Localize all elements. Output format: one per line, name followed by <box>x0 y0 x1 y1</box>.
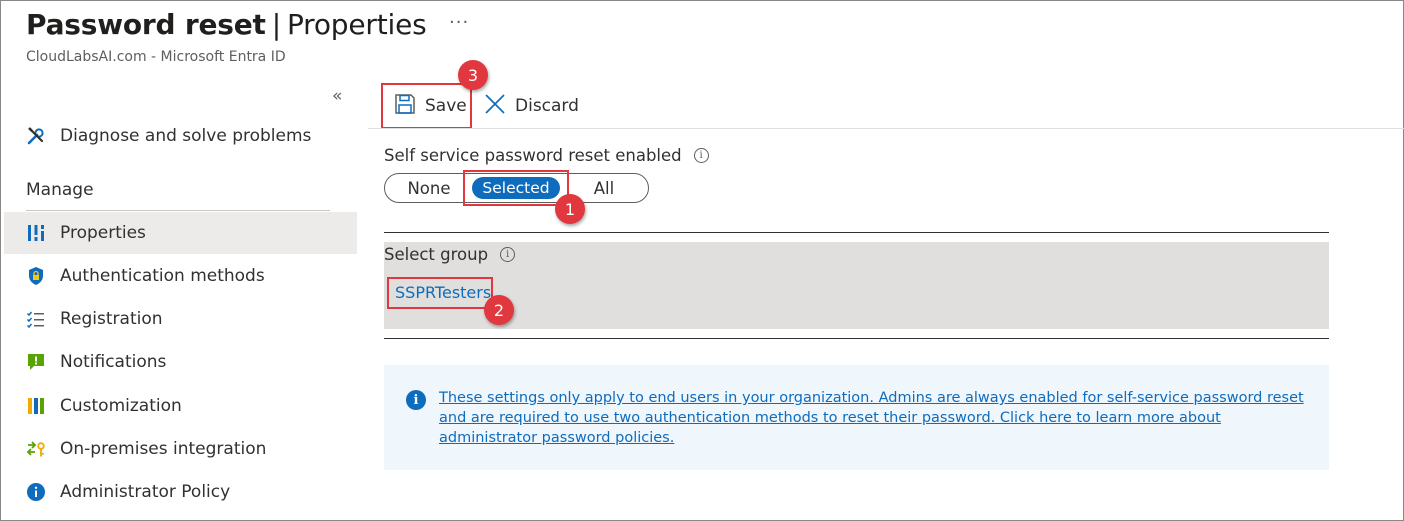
page-title: Password reset | Properties <box>26 8 427 41</box>
group-highlight-box <box>387 277 493 309</box>
sspr-option-none[interactable]: None <box>385 174 473 202</box>
sidebar-item-authentication-methods[interactable]: Authentication methods <box>4 255 357 297</box>
checklist-icon <box>26 309 46 329</box>
close-icon <box>484 93 506 119</box>
step-badge-2: 2 <box>484 295 514 325</box>
toolbar-divider <box>368 128 1404 129</box>
page-title-main: Password reset <box>26 8 266 41</box>
group-info-icon[interactable]: i <box>500 247 516 262</box>
info-icon <box>26 482 46 502</box>
step-badge-1: 1 <box>555 194 585 224</box>
sidebar-item-administrator-policy[interactable]: Administrator Policy <box>4 471 357 513</box>
sspr-enabled-label-text: Self service password reset enabled <box>384 146 682 165</box>
section-divider-top <box>384 232 1329 233</box>
sidebar-item-label: Notifications <box>60 352 167 372</box>
select-group-label-text: Select group <box>384 245 489 264</box>
select-group-label: Select group i <box>384 245 516 264</box>
sidebar-item-registration[interactable]: Registration <box>4 298 357 340</box>
more-options-button[interactable]: ··· <box>449 12 469 33</box>
page-title-section: Properties <box>286 8 427 41</box>
info-icon: i <box>406 390 426 410</box>
sspr-enabled-label: Self service password reset enabled i <box>384 146 709 165</box>
page-subtitle: CloudLabsAI.com - Microsoft Entra ID <box>26 49 286 65</box>
selected-highlight-box <box>463 170 569 206</box>
sidebar-item-label: Customization <box>60 396 182 416</box>
sidebar-item-diagnose[interactable]: Diagnose and solve problems <box>4 115 357 157</box>
sidebar-item-notifications[interactable]: Notifications <box>4 341 357 383</box>
discard-button[interactable]: Discard <box>484 84 579 128</box>
sidebar-item-customization[interactable]: Customization <box>4 385 357 427</box>
section-divider-bottom <box>384 338 1329 339</box>
admin-policy-info-link[interactable]: These settings only apply to end users i… <box>439 388 1319 448</box>
info-banner: i These settings only apply to end users… <box>384 365 1329 470</box>
sidebar-item-label: Administrator Policy <box>60 482 231 502</box>
wrench-screwdriver-icon <box>26 126 46 146</box>
sidebar-item-label: Properties <box>60 223 146 243</box>
sidebar-item-on-premises-integration[interactable]: On-premises integration <box>4 428 357 470</box>
sidebar-item-label: Authentication methods <box>60 266 265 286</box>
sidebar-item-properties[interactable]: Properties <box>4 212 357 254</box>
sidebar-item-label: On-premises integration <box>60 439 267 459</box>
sidebar-divider <box>26 210 330 211</box>
collapse-sidebar-button[interactable]: « <box>332 86 342 106</box>
sidebar-item-label: Diagnose and solve problems <box>60 126 312 146</box>
notification-icon <box>26 352 46 372</box>
page-title-separator: | <box>271 8 281 41</box>
discard-button-label: Discard <box>515 96 579 116</box>
sidebar-item-label: Registration <box>60 309 163 329</box>
sidebar-section-manage: Manage <box>26 180 94 200</box>
sspr-info-icon[interactable]: i <box>693 148 709 163</box>
onprem-sync-icon <box>26 439 46 459</box>
select-group-section <box>384 242 1329 329</box>
customization-icon <box>26 396 46 416</box>
shield-lock-icon <box>26 266 46 286</box>
properties-icon <box>26 223 46 243</box>
save-highlight-box <box>381 83 472 129</box>
